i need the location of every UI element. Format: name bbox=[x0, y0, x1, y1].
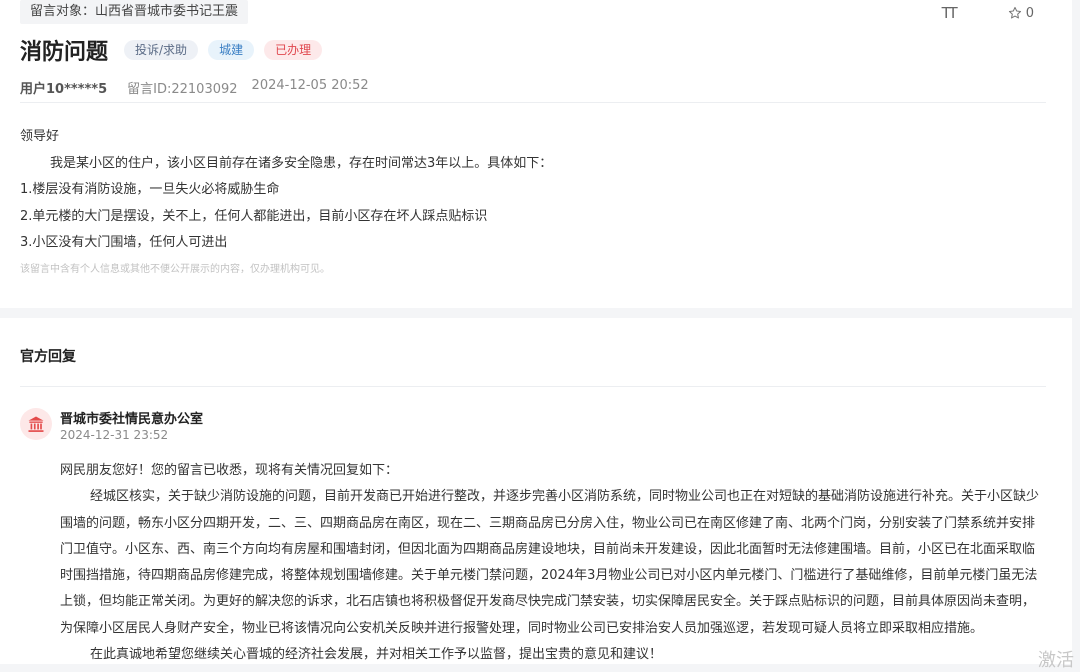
category-tag[interactable]: 投诉/求助 bbox=[124, 40, 199, 60]
message-body: 领导好 我是某小区的住户，该小区目前存在诸多安全隐患，存在时间常达3年以上。具体… bbox=[20, 124, 1046, 257]
reply-paragraph: 网民朋友您好！您的留言已收悉，现将有关情况回复如下： bbox=[60, 463, 399, 478]
favorite-count: 0 bbox=[1025, 5, 1034, 21]
reply-datetime: 2024-12-31 23:52 bbox=[60, 428, 169, 442]
reply-paragraph: 在此真诚地希望您继续关心晋城的经济社会发展，并对相关工作予以监督，提出宝贵的意见… bbox=[90, 647, 663, 663]
message-datetime: 2024-12-05 20:52 bbox=[251, 78, 369, 93]
favorite-button[interactable]: 0 bbox=[1008, 6, 1034, 21]
message-target-tag: 留言对象：山西省晋城市委书记王震 bbox=[20, 0, 249, 24]
reply-org-name: 晋城市委社情民意办公室 bbox=[60, 412, 204, 427]
message-paragraph: 2.单元楼的大门是摆设，关不上，任何人都能进出，目前小区存在坏人踩点贴标识 bbox=[20, 208, 488, 224]
message-paragraph: 3.小区没有大门围墙，任何人可进出 bbox=[20, 235, 228, 250]
reply-heading: 官方回复 bbox=[20, 349, 76, 365]
font-size-icon[interactable]: TT bbox=[942, 4, 958, 22]
status-badge: 已办理 bbox=[264, 40, 323, 60]
message-card: 留言对象：山西省晋城市委书记王震 TT 0 消防问题 投诉/求助 城建 已办理 … bbox=[0, 0, 1072, 308]
message-id: 留言ID:22103092 bbox=[127, 82, 238, 97]
message-tools: TT 0 bbox=[942, 4, 1034, 22]
government-building-icon bbox=[20, 408, 52, 440]
page-title: 消防问题 bbox=[20, 40, 109, 65]
title-row: 消防问题 投诉/求助 城建 已办理 bbox=[20, 34, 332, 66]
reply-paragraph: 经城区核实，关于缺少消防设施的问题，目前开发商已开始进行整改，并逐步完善小区消防… bbox=[60, 489, 1040, 636]
reply-body: 网民朋友您好！您的留言已收悉，现将有关情况回复如下： 经城区核实，关于缺少消防设… bbox=[60, 458, 1046, 668]
star-icon bbox=[1008, 6, 1021, 19]
privacy-notice: 该留言中含有个人信息或其他不便公开展示的内容，仅办理机构可见。 bbox=[20, 264, 330, 275]
message-meta: 用户10*****5 留言ID:22103092 2024-12-05 20:5… bbox=[20, 78, 369, 97]
field-tag[interactable]: 城建 bbox=[208, 40, 255, 60]
message-user: 用户10*****5 bbox=[20, 82, 108, 97]
message-paragraph: 我是某小区的住户，该小区目前存在诸多安全隐患，存在时间常达3年以上。具体如下： bbox=[50, 155, 553, 171]
message-paragraph: 领导好 bbox=[20, 129, 60, 144]
message-paragraph: 1.楼层没有消防设施，一旦失火必将威胁生命 bbox=[20, 182, 280, 197]
reply-card: 官方回复 晋城市委社情民意办公室 2024-12-31 23:52 网民朋友您好… bbox=[0, 318, 1072, 664]
activation-watermark: 激活 bbox=[1038, 650, 1074, 671]
divider bbox=[20, 102, 1046, 103]
divider bbox=[20, 386, 1046, 387]
